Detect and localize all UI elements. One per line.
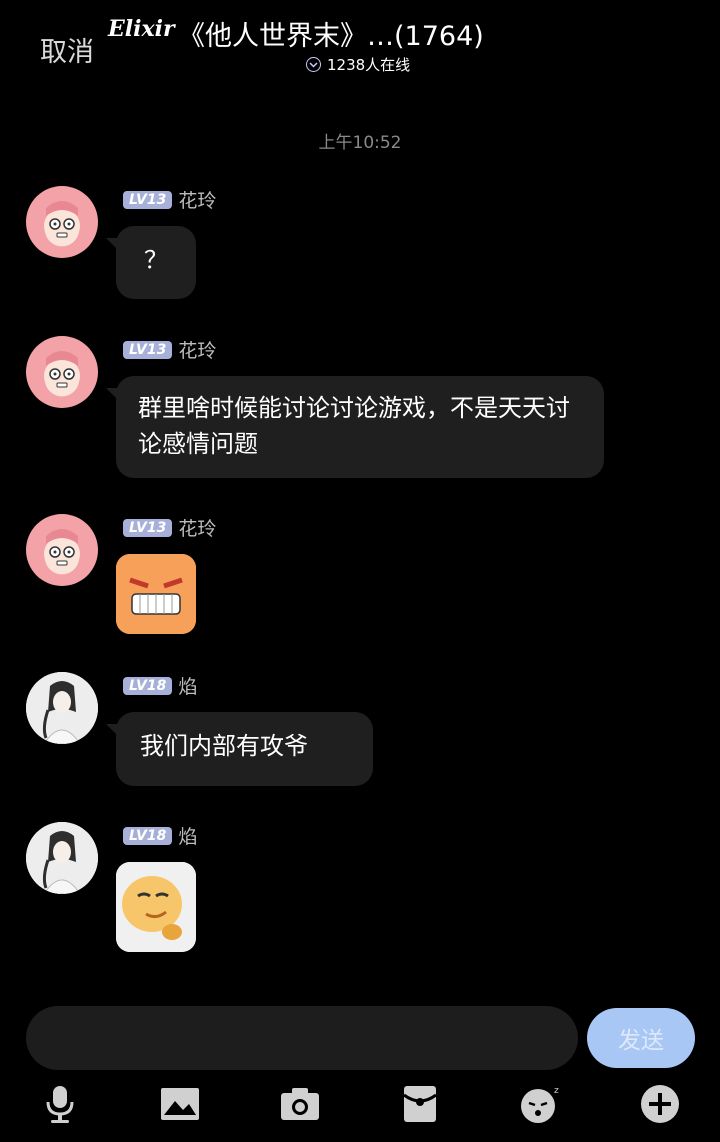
- level-badge: LV13: [123, 190, 173, 209]
- group-title[interactable]: 《他人世界末》…(1764): [178, 14, 484, 53]
- sender-name[interactable]: 花玲: [178, 336, 216, 363]
- avatar[interactable]: [26, 186, 98, 258]
- sender-meta: LV13 花玲: [123, 336, 216, 363]
- sender-meta: LV18 焰: [123, 822, 197, 849]
- level-badge: LV18: [123, 676, 173, 695]
- online-count-text: 1238人在线: [327, 56, 411, 74]
- level-badge: LV13: [123, 518, 173, 537]
- sender-name[interactable]: 花玲: [178, 186, 216, 213]
- sender-meta: LV13 花玲: [123, 186, 216, 213]
- online-count[interactable]: 1238人在线: [306, 54, 410, 75]
- avatar[interactable]: [26, 336, 98, 408]
- cancel-button[interactable]: 取消: [40, 30, 94, 69]
- level-badge: LV18: [123, 826, 173, 845]
- chat-header: 取消 Elixir 《他人世界末》…(1764) 1238人在线: [0, 0, 720, 90]
- plus-icon[interactable]: [638, 1082, 682, 1126]
- sender-name[interactable]: 焰: [178, 822, 197, 849]
- avatar[interactable]: [26, 822, 98, 894]
- image-icon[interactable]: [158, 1082, 202, 1126]
- message-input[interactable]: [26, 1006, 578, 1070]
- brand-logo: Elixir: [108, 16, 175, 42]
- angry-face-sticker[interactable]: [116, 554, 196, 634]
- message-bubble[interactable]: 我们内部有攻爷: [106, 712, 373, 786]
- camera-icon[interactable]: [278, 1082, 322, 1126]
- message-input-wrapper: [26, 1006, 578, 1070]
- svg-text:z: z: [554, 1086, 559, 1096]
- message-timestamp: 上午10:52: [318, 133, 402, 153]
- avatar[interactable]: [26, 672, 98, 744]
- avatar[interactable]: [26, 514, 98, 586]
- sender-name[interactable]: 焰: [178, 672, 197, 699]
- sender-meta: LV13 花玲: [123, 514, 216, 541]
- message-bubble[interactable]: ？: [106, 226, 196, 299]
- sender-meta: LV18 焰: [123, 672, 197, 699]
- sticker-icon[interactable]: z: [518, 1082, 562, 1126]
- smug-face-sticker[interactable]: [116, 862, 196, 952]
- input-toolbar: z: [0, 1082, 720, 1132]
- sender-name[interactable]: 花玲: [178, 514, 216, 541]
- send-button[interactable]: 发送: [587, 1008, 695, 1068]
- message-bubble[interactable]: 群里啥时候能讨论讨论游戏，不是天天讨论感情问题: [106, 376, 604, 478]
- red-packet-icon[interactable]: [398, 1082, 442, 1126]
- microphone-icon[interactable]: [38, 1082, 82, 1126]
- level-badge: LV13: [123, 340, 173, 359]
- chevron-down-icon: [306, 57, 321, 72]
